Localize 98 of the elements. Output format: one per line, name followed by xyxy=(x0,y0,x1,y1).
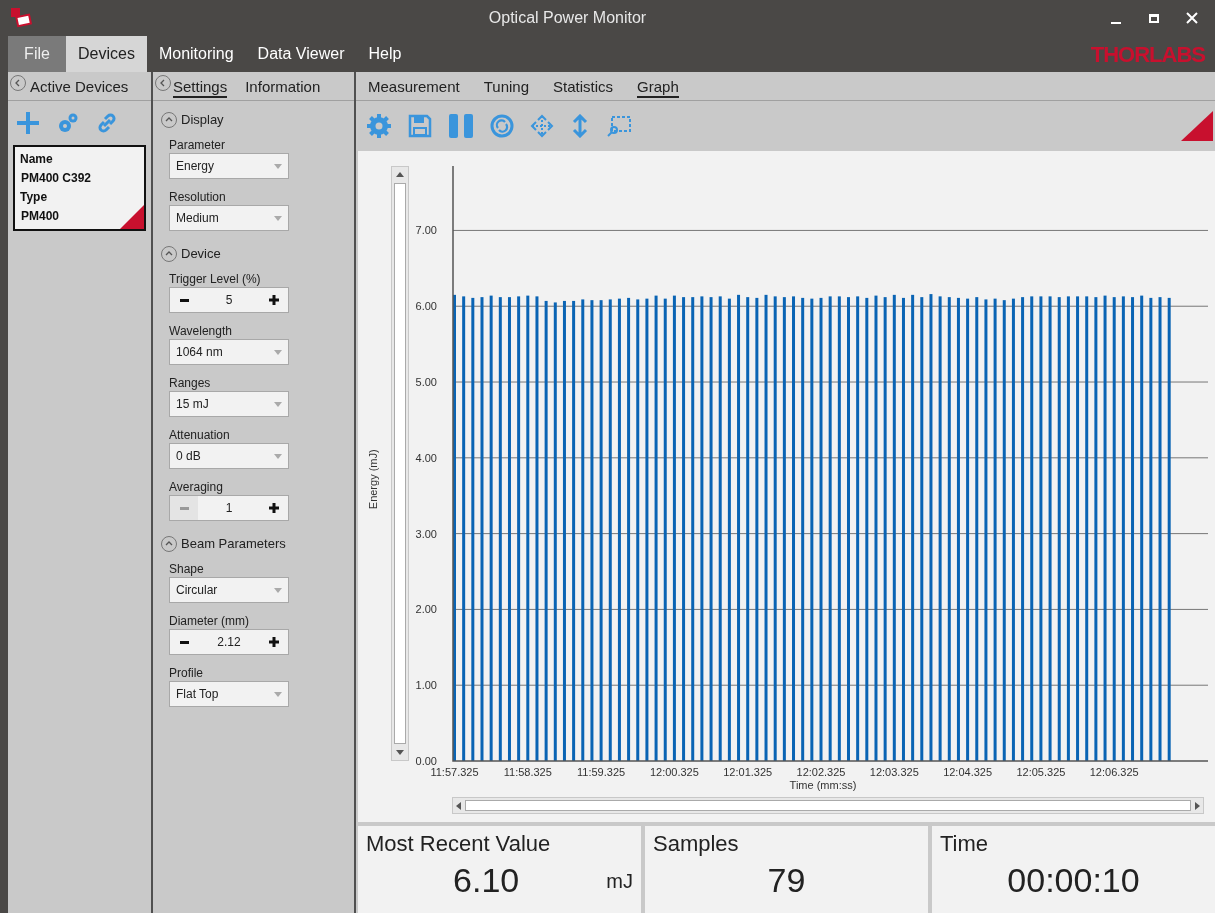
menu-item[interactable]: Monitoring xyxy=(146,36,246,72)
tick-label: 3.00 xyxy=(415,527,437,540)
tick-label: 4.00 xyxy=(415,451,437,464)
field-label: Type xyxy=(20,189,49,206)
stat-unit: mJ xyxy=(606,869,633,894)
stat-value: 79 xyxy=(766,860,807,901)
minus-icon xyxy=(179,298,189,302)
tick-label: 1.00 xyxy=(415,679,437,692)
dropdown[interactable]: Energy xyxy=(169,153,289,179)
stepper-field[interactable]: 1 xyxy=(169,495,289,521)
scrollbar-thumb[interactable] xyxy=(465,800,1191,811)
stat-title: Time xyxy=(940,830,989,858)
menu-item[interactable]: Data Viewer xyxy=(245,36,357,72)
field-label: Shape xyxy=(169,561,205,577)
tick-label: 7.00 xyxy=(415,224,437,237)
caret-down-icon xyxy=(274,453,282,459)
tick-label: 11:57.325 xyxy=(430,766,479,778)
number-input[interactable]: 5 xyxy=(198,291,260,309)
field-value: PM400 C392 xyxy=(20,170,92,187)
stepper-field[interactable]: 2.12 xyxy=(169,629,289,655)
stepper-field[interactable]: 5 xyxy=(169,287,289,313)
axis-title: Time (mm:ss) xyxy=(789,779,857,791)
field-label: Trigger Level (%) xyxy=(169,271,262,287)
menu-item[interactable]: Help xyxy=(356,36,414,72)
field-label: Ranges xyxy=(169,375,212,391)
tick-label: 0.00 xyxy=(415,755,437,767)
tab[interactable]: Graph xyxy=(637,78,679,98)
stat-value: 00:00:10 xyxy=(1006,860,1141,901)
menu-item[interactable]: File xyxy=(8,36,66,72)
tick-label: 12:01.325 xyxy=(723,766,773,778)
selection-corner-icon xyxy=(120,205,144,229)
field-label: Wavelength xyxy=(169,323,233,339)
tab[interactable]: Measurement xyxy=(368,78,460,98)
dropdown[interactable]: Medium xyxy=(169,205,289,231)
minus-icon xyxy=(179,506,189,510)
field-label: Attenuation xyxy=(169,427,231,443)
window-title: Optical Power Monitor xyxy=(487,8,648,28)
tick-label: 11:59.325 xyxy=(577,766,626,778)
chevron-up-icon xyxy=(165,540,173,548)
chevron-up-icon xyxy=(165,250,173,258)
vertical-scrollbar[interactable] xyxy=(391,166,409,761)
tab[interactable]: Settings xyxy=(173,77,228,98)
number-input[interactable]: 2.12 xyxy=(198,633,260,651)
field-label: Diameter (mm) xyxy=(169,613,250,629)
section-title: Display xyxy=(181,111,224,130)
tick-label: 6.00 xyxy=(415,300,437,313)
section-title: Device xyxy=(181,245,221,264)
dropdown[interactable]: 1064 nm xyxy=(169,339,289,365)
tick-label: 12:03.325 xyxy=(869,766,919,778)
stat-value: 6.10 xyxy=(452,860,521,901)
corner-triangle-icon xyxy=(1181,111,1213,141)
tick-label: 2.00 xyxy=(415,603,437,616)
stat-title: Samples xyxy=(653,830,739,858)
tab[interactable]: Tuning xyxy=(483,78,530,98)
tick-label: 12:05.325 xyxy=(1016,766,1066,778)
field-label: Parameter xyxy=(169,137,227,153)
field-value: PM400 xyxy=(20,208,60,225)
tab[interactable]: Information xyxy=(245,77,321,98)
brand-logo: THORLABS xyxy=(1090,40,1205,69)
field-label: Averaging xyxy=(169,479,224,495)
chevron-left-icon xyxy=(159,79,167,87)
stat-title: Most Recent Value xyxy=(366,830,551,858)
menu-item[interactable]: Devices xyxy=(66,36,147,72)
dropdown[interactable]: Flat Top xyxy=(169,681,289,707)
chevron-up-icon xyxy=(165,116,173,124)
caret-down-icon xyxy=(274,215,282,221)
caret-down-icon xyxy=(274,587,282,593)
field-label: Profile xyxy=(169,665,204,681)
tick-label: 12:04.325 xyxy=(943,766,993,778)
tick-label: 12:02.325 xyxy=(796,766,846,778)
scrollbar-thumb[interactable] xyxy=(394,183,406,744)
tick-label: 5.00 xyxy=(415,376,437,388)
field-label: Resolution xyxy=(169,189,227,205)
panel-title: Active Devices xyxy=(30,77,129,98)
app-logo-icon xyxy=(10,7,32,29)
tick-label: 12:06.325 xyxy=(1089,766,1139,778)
caret-down-icon xyxy=(274,163,282,169)
minus-icon xyxy=(179,640,189,644)
dropdown[interactable]: Circular xyxy=(169,577,289,603)
tab[interactable]: Statistics xyxy=(553,78,614,98)
caret-down-icon xyxy=(274,691,282,697)
close-icon xyxy=(1186,12,1198,24)
chevron-left-icon xyxy=(14,79,22,87)
section-title: Beam Parameters xyxy=(181,535,286,554)
dropdown[interactable]: 0 dB xyxy=(169,443,289,469)
horizontal-scrollbar[interactable] xyxy=(452,797,1204,814)
caret-down-icon xyxy=(274,349,282,355)
axis-title: Energy (mJ) xyxy=(365,449,380,509)
caret-down-icon xyxy=(274,401,282,407)
plus-icon xyxy=(269,637,279,647)
number-input[interactable]: 1 xyxy=(198,499,260,517)
device-card[interactable]: Name PM400 C392 Type PM400 xyxy=(13,145,146,231)
field-label: Name xyxy=(20,151,54,168)
plus-icon xyxy=(269,295,279,305)
tick-label: 12:00.325 xyxy=(649,766,699,778)
plus-icon xyxy=(269,503,279,513)
tick-label: 11:58.325 xyxy=(503,766,552,778)
dropdown[interactable]: 15 mJ xyxy=(169,391,289,417)
